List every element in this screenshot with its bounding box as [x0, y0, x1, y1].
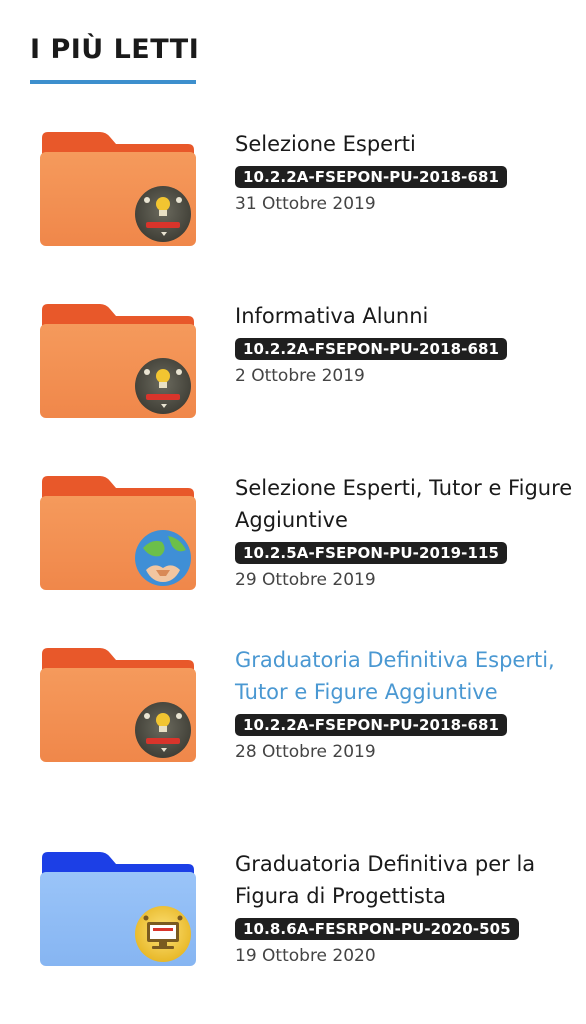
item-date: 19 Ottobre 2020 — [235, 946, 376, 966]
item-date: 2 Ottobre 2019 — [235, 366, 365, 386]
title-underline — [30, 80, 196, 84]
blue-folder-icon[interactable] — [38, 848, 196, 966]
item-title-link[interactable]: Selezione Esperti, Tutor e Figure Aggiun… — [235, 472, 575, 536]
orange-folder-icon[interactable] — [38, 128, 196, 246]
item-title-link[interactable]: Graduatoria Definitiva Esperti, Tutor e … — [235, 644, 575, 708]
project-tag[interactable]: 10.2.2A-FSEPON-PU-2018-681 — [235, 166, 508, 188]
item-date: 29 Ottobre 2019 — [235, 570, 376, 590]
orange-folder-icon[interactable] — [38, 300, 196, 418]
item-date: 28 Ottobre 2019 — [235, 742, 376, 762]
project-tag[interactable]: 10.2.2A-FSEPON-PU-2018-681 — [235, 338, 508, 360]
orange-folder-icon[interactable] — [38, 472, 196, 590]
section-title: I PIÙ LETTI — [30, 34, 200, 65]
computer-badge-icon — [135, 906, 191, 962]
item-title-link[interactable]: Selezione Esperti — [235, 128, 575, 160]
lightbulb-badge-icon — [135, 702, 191, 758]
item-date: 31 Ottobre 2019 — [235, 194, 376, 214]
globe-hands-badge-icon — [135, 530, 191, 586]
lightbulb-badge-icon — [135, 186, 191, 242]
project-tag[interactable]: 10.8.6A-FESRPON-PU-2020-505 — [235, 918, 519, 940]
item-title-link[interactable]: Graduatoria Definitiva per la Figura di … — [235, 848, 575, 912]
item-title-link[interactable]: Informativa Alunni — [235, 300, 575, 332]
lightbulb-badge-icon — [135, 358, 191, 414]
orange-folder-icon[interactable] — [38, 644, 196, 762]
project-tag[interactable]: 10.2.2A-FSEPON-PU-2018-681 — [235, 714, 508, 736]
project-tag[interactable]: 10.2.5A-FSEPON-PU-2019-115 — [235, 542, 508, 564]
